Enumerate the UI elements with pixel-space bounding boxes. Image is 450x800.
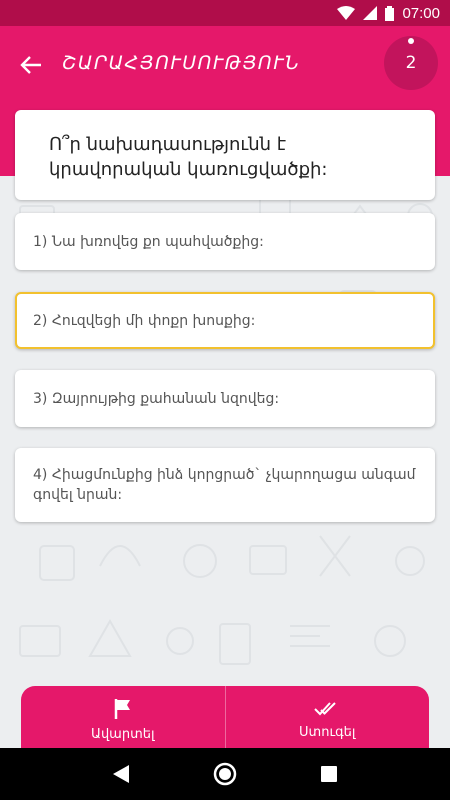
finish-button[interactable]: Ավարտել	[21, 686, 225, 748]
check-button[interactable]: Ստուգել	[226, 686, 430, 748]
question-counter: 2	[384, 36, 438, 90]
flag-icon	[114, 698, 130, 719]
status-bar: 07:00	[0, 0, 450, 26]
wifi-icon	[337, 6, 356, 20]
recents-square-icon[interactable]	[320, 765, 338, 783]
answer-text: 3) Զայրույթից քահանան նզովեց:	[33, 390, 280, 407]
question-card: Ո՞ր նախադասությունն է կրավորական կառուցվ…	[15, 110, 435, 200]
counter-value: 2	[405, 53, 417, 73]
back-button[interactable]	[14, 48, 48, 82]
system-nav-bar	[0, 748, 450, 800]
answer-text: 1) Նա խռովեց քո պահվածքից:	[33, 233, 264, 250]
page-title: ՇԱՐԱՀՅՈՒՍՈՒԹՅՈՒՆ	[62, 52, 301, 74]
question-text: Ո՞ր նախադասությունն է կրավորական կառուցվ…	[49, 134, 328, 180]
back-triangle-icon[interactable]	[112, 764, 130, 784]
signal-icon	[363, 6, 378, 20]
bottom-action-bar: Ավարտել Ստուգել	[21, 686, 429, 748]
answer-option-2[interactable]: 2) Հուզվեցի մի փոքր խոսքից:	[15, 292, 435, 349]
clock: 07:00	[402, 4, 440, 22]
check-label: Ստուգել	[299, 724, 356, 740]
answer-option-1[interactable]: 1) Նա խռովեց քո պահվածքից:	[15, 213, 435, 270]
answer-text: 2) Հուզվեցի մի փոքր խոսքից:	[33, 312, 256, 329]
double-check-icon	[314, 701, 336, 715]
answer-text: 4) Հիացմունքից ինձ կորցրած` չկարողացա ան…	[33, 467, 416, 503]
finish-label: Ավարտել	[90, 726, 155, 742]
answer-option-4[interactable]: 4) Հիացմունքից ինձ կորցրած` չկարողացա ան…	[15, 448, 435, 522]
battery-icon	[385, 5, 395, 21]
counter-dot	[408, 38, 414, 44]
answer-option-3[interactable]: 3) Զայրույթից քահանան նզովեց:	[15, 370, 435, 427]
arrow-left-icon	[20, 56, 41, 74]
home-circle-icon[interactable]	[213, 762, 237, 786]
